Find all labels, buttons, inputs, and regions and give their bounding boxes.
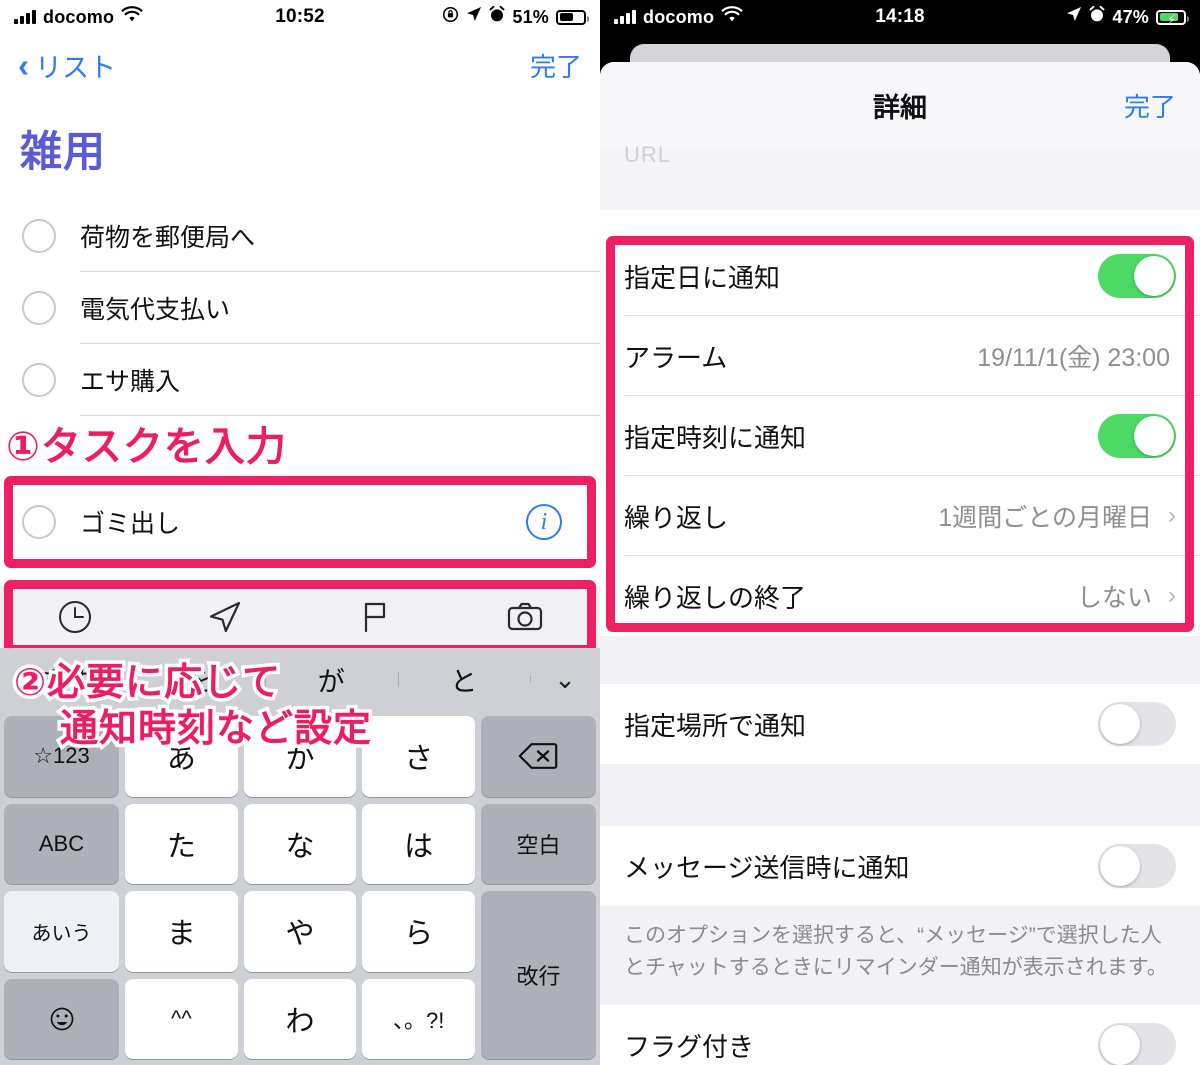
ghost-url-label: URL [624, 142, 672, 167]
page-title: 雑用 [20, 128, 107, 175]
settings-group-flag: フラグ付き [600, 1005, 1200, 1065]
status-right-group: 47% ⚡ [976, 5, 1200, 29]
table-row[interactable]: エサ購入 [0, 344, 600, 416]
key-sa[interactable]: さ [362, 716, 475, 797]
annotation-step-1: ①タスクを入力 [3, 422, 290, 473]
key-ta[interactable]: た [125, 803, 238, 884]
toggle-notify-at-location[interactable] [1098, 702, 1176, 746]
japanese-kana-keyboard: ☆123 あ か さ ABC た な は 空白 あいう ま や ら 改行 ^^ … [0, 710, 600, 1065]
toggle-flagged[interactable] [1098, 1023, 1176, 1065]
battery-percent-label: 51% [512, 6, 549, 27]
task-checkbox[interactable] [22, 363, 56, 397]
row-label: メッセージ送信時に通知 [624, 852, 910, 883]
wifi-icon [121, 5, 143, 29]
status-clock: 14:18 [875, 6, 925, 27]
task-list: 荷物を郵便局へ 電気代支払い エサ購入 [0, 200, 600, 416]
sheet-done-button[interactable]: 完了 [1124, 87, 1176, 124]
wifi-icon [721, 5, 743, 29]
key-space[interactable]: 空白 [480, 803, 596, 884]
sheet-gap [600, 210, 1200, 236]
key-kaomoji[interactable]: ^^ [125, 978, 238, 1059]
location-arrow-icon [466, 6, 482, 28]
key-abc[interactable]: ABC [4, 803, 119, 884]
highlight-box-new-task [4, 476, 596, 568]
signal-bars-icon [14, 10, 36, 24]
status-left-group: docomo [600, 5, 824, 29]
settings-group-message: メッセージ送信時に通知 [600, 826, 1200, 906]
screenshot-root: docomo 10:52 51% ‹ リスト 完了 雑用 荷物を郵便局へ 電気代… [0, 0, 1200, 1065]
back-to-lists-button[interactable]: ‹ リスト [18, 46, 116, 85]
alarm-clock-icon [489, 5, 505, 29]
status-right-group: 51% [376, 5, 600, 29]
emoji-icon[interactable] [4, 978, 119, 1059]
battery-icon [556, 9, 589, 25]
left-phone-panel: docomo 10:52 51% ‹ リスト 完了 雑用 荷物を郵便局へ 電気代… [0, 0, 600, 1065]
annotation-step-2-line2: 通知時刻など設定 [56, 705, 374, 754]
battery-charging-icon: ⚡ [1156, 9, 1189, 27]
group-spacer [600, 764, 1200, 826]
key-na[interactable]: な [243, 803, 357, 884]
settings-group-location: 指定場所で通知 [600, 684, 1200, 764]
task-label: エサ購入 [80, 368, 181, 396]
message-footnote: このオプションを選択すると、“メッセージ”で選択した人とチャットするときにリマイ… [600, 906, 1200, 1005]
row-notify-on-message[interactable]: メッセージ送信時に通知 [600, 826, 1200, 906]
prediction-candidate[interactable]: と [397, 660, 531, 699]
group-spacer [600, 636, 1200, 684]
backspace-icon[interactable] [480, 716, 596, 797]
task-checkbox[interactable] [22, 219, 56, 253]
annotation-step-2-line1: ②必要に応じて [10, 659, 283, 708]
chevron-left-icon: ‹ [18, 46, 29, 84]
alarm-clock-icon [1089, 5, 1105, 29]
highlight-box-notification-settings [606, 236, 1194, 632]
rotation-lock-icon [442, 6, 459, 29]
row-label: 指定場所で通知 [624, 710, 807, 741]
carrier-label: docomo [43, 6, 115, 27]
key-wa[interactable]: わ [243, 978, 357, 1059]
done-button[interactable]: 完了 [530, 47, 582, 84]
row-label: フラグ付き [624, 1031, 755, 1062]
toggle-notify-on-message[interactable] [1098, 844, 1176, 888]
annotation-step-2: ②必要に応じて 通知時刻など設定 [10, 659, 374, 754]
task-checkbox[interactable] [22, 291, 56, 325]
location-arrow-icon [1066, 6, 1082, 28]
key-ya[interactable]: や [243, 891, 357, 972]
chevron-down-icon[interactable]: ⌄ [530, 664, 600, 695]
signal-bars-icon [614, 10, 636, 24]
right-status-bar: docomo 14:18 47% ⚡ [600, 0, 1200, 34]
highlight-box-quickbar [4, 580, 596, 654]
key-return[interactable]: 改行 [480, 891, 596, 1059]
carrier-label: docomo [643, 6, 715, 27]
key-ma[interactable]: ま [125, 891, 238, 972]
row-flagged[interactable]: フラグ付き [600, 1005, 1200, 1065]
status-clock: 10:52 [275, 6, 325, 27]
key-ra[interactable]: ら [362, 891, 475, 972]
key-punctuation[interactable]: 、。?! [362, 978, 475, 1059]
sheet-title: 詳細 [873, 92, 927, 123]
status-left-group: docomo [0, 5, 224, 29]
task-label: 荷物を郵便局へ [80, 224, 256, 252]
sheet-header: 詳細 完了 [600, 62, 1200, 148]
table-row[interactable]: 電気代支払い [0, 272, 600, 344]
back-label: リスト [35, 52, 116, 83]
battery-percent-label: 47% [1112, 6, 1149, 27]
task-label: 電気代支払い [80, 296, 231, 324]
key-kana-mode[interactable]: あいう [4, 891, 119, 972]
left-nav-bar: ‹ リスト 完了 [0, 34, 600, 96]
table-row[interactable]: 荷物を郵便局へ [0, 200, 600, 272]
right-phone-panel: docomo 14:18 47% ⚡ 詳細 完了 URL 指定日に通知 アラーム… [600, 0, 1200, 1065]
key-ha[interactable]: は [362, 803, 475, 884]
row-notify-at-location[interactable]: 指定場所で通知 [600, 684, 1200, 764]
left-status-bar: docomo 10:52 51% [0, 0, 600, 34]
